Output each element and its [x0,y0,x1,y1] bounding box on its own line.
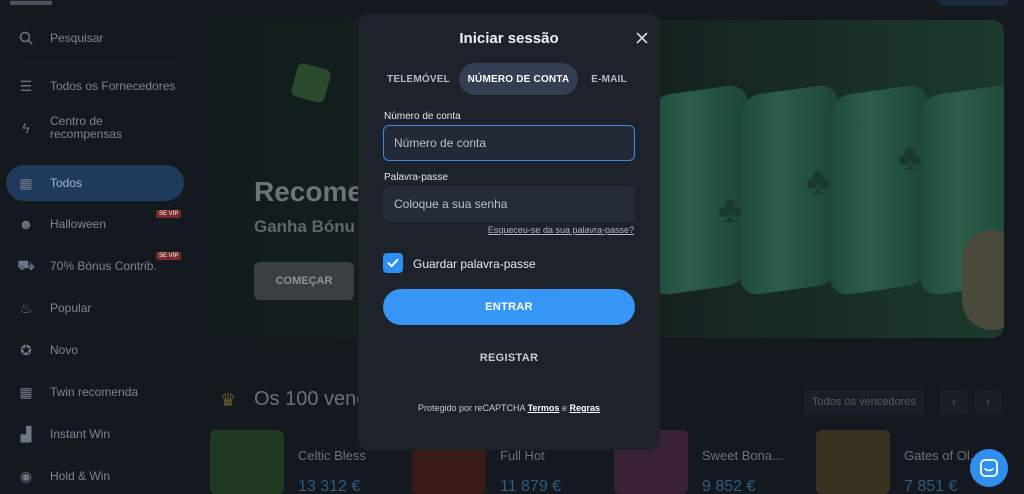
sidebar-item-rewards[interactable]: ϟ Centro de recompensas [18,112,140,144]
password-label: Palavra-passe [384,172,448,183]
header-button[interactable] [938,0,1008,6]
tab-account-number[interactable]: NÚMERO DE CONTA [459,63,578,95]
login-method-tabs: TELEMÓVEL NÚMERO DE CONTA E-MAIL [378,63,640,95]
sidebar: Pesquisar ☰ Todos os Fornecedores ϟ Cent… [0,0,196,494]
register-button[interactable]: REGISTAR [383,342,635,374]
game-thumbnail [210,430,284,494]
clover-icon: ♣ [717,189,743,231]
winners-filter[interactable]: Todos os vencedores [804,390,924,414]
checkmark-icon [387,258,399,268]
sidebar-item-new[interactable]: ✪ Novo [18,334,78,366]
password-input[interactable] [383,186,635,222]
win-amount: 7 851 € [904,478,958,494]
sidebar-item-label: Todos [50,176,83,190]
sidebar-item-label: Twin recomenda [50,385,139,399]
sidebar-item-label: Instant Win [50,427,111,441]
chart-icon: ▟ [20,425,32,442]
sidebar-item-label: Popular [50,301,92,315]
footer-and: e [561,403,567,413]
clover-icon: ♣ [897,137,923,179]
tab-email[interactable]: E-MAIL [578,63,640,95]
clover-icon: ♣ [805,161,831,203]
grid-icon: ▦ [19,383,33,400]
sidebar-item-bonus[interactable]: ⛟ 70% Bónus Contrib. [17,250,157,282]
forgot-password-link[interactable]: Esqueceu-se da sua palavra-passe? [488,225,634,235]
banner-title: Recome [254,176,363,207]
sidebar-item-label: Novo [50,343,79,357]
account-number-label: Número de conta [384,111,461,122]
recaptcha-text: Protegido por reCAPTCHA [418,403,526,413]
crown-icon: ♛ [220,390,237,410]
win-amount: 11 879 € [500,478,562,494]
account-number-input[interactable] [383,125,635,161]
winners-section-title: Os 100 venc [254,388,367,410]
sidebar-item-popular[interactable]: ♨ Popular [18,292,92,324]
win-amount: 9 852 € [702,478,756,494]
sidebar-item-hold-win[interactable]: ◉ Hold & Win [18,460,110,492]
sidebar-item-label: Centro de recompensas [50,114,123,141]
chat-button[interactable] [970,449,1008,487]
next-arrow-icon[interactable]: › [974,390,1002,414]
terms-link[interactable]: Termos [528,403,560,413]
sidebar-item-halloween[interactable]: ☻ Halloween [18,208,106,240]
pumpkin-icon: ☻ [18,216,34,232]
sidebar-item-label: Pesquisar [50,31,104,45]
search-icon [18,30,34,46]
slot-reel [830,83,928,297]
sidebar-item-search[interactable]: Pesquisar [18,22,103,54]
rules-link[interactable]: Regras [569,403,600,413]
game-name: Sweet Bona... [702,448,783,463]
game-name: Celtic Bless [298,448,366,463]
coins-icon: ◉ [19,467,33,484]
login-modal: Iniciar sessão TELEMÓVEL NÚMERO DE CONTA… [358,14,660,450]
tab-phone[interactable]: TELEMÓVEL [378,63,459,95]
sidebar-divider [18,62,178,63]
sidebar-item-all[interactable]: ▦ Todos [6,165,184,201]
list-icon: ☰ [19,77,33,94]
sidebar-item-twin[interactable]: ▦ Twin recomenda [18,376,138,408]
flame-icon: ♨ [19,299,33,316]
sidebar-item-label: Todos os Fornecedores [50,79,176,93]
coin-decoration [962,230,1004,330]
bolt-icon: ϟ [22,120,30,136]
modal-title: Iniciar sessão [459,30,559,47]
dice-decoration [290,62,332,104]
remember-password-checkbox[interactable] [383,253,403,273]
new-icon: ✪ [20,341,32,358]
win-amount: 13 312 € [298,478,361,494]
login-button[interactable]: ENTRAR [383,289,635,325]
remember-password-label: Guardar palavra-passe [413,257,536,271]
grid-icon: ▦ [19,174,33,191]
chat-icon [980,459,998,477]
banner-subtitle: Ganha Bónu [254,217,356,236]
close-icon[interactable] [634,30,650,46]
recaptcha-footer: Protegido por reCAPTCHA Termos e Regras [358,403,660,413]
game-name: Full Hot [500,448,545,463]
cart-icon: ⛟ [17,256,35,273]
vip-badge: SE VIP [156,210,182,218]
sidebar-item-providers[interactable]: ☰ Todos os Fornecedores [18,70,176,102]
game-thumbnail [816,430,890,494]
sidebar-item-label: Halloween [50,217,107,231]
vip-badge: SE VIP [156,252,182,260]
game-name: Gates of Ol... [904,448,981,463]
sidebar-item-label: Hold & Win [50,469,111,483]
start-button[interactable]: COMEÇAR [254,262,354,300]
sidebar-item-instant-win[interactable]: ▟ Instant Win [18,418,110,450]
prev-arrow-icon[interactable]: ‹ [940,390,968,414]
sidebar-item-label: 70% Bónus Contrib. [50,259,157,273]
